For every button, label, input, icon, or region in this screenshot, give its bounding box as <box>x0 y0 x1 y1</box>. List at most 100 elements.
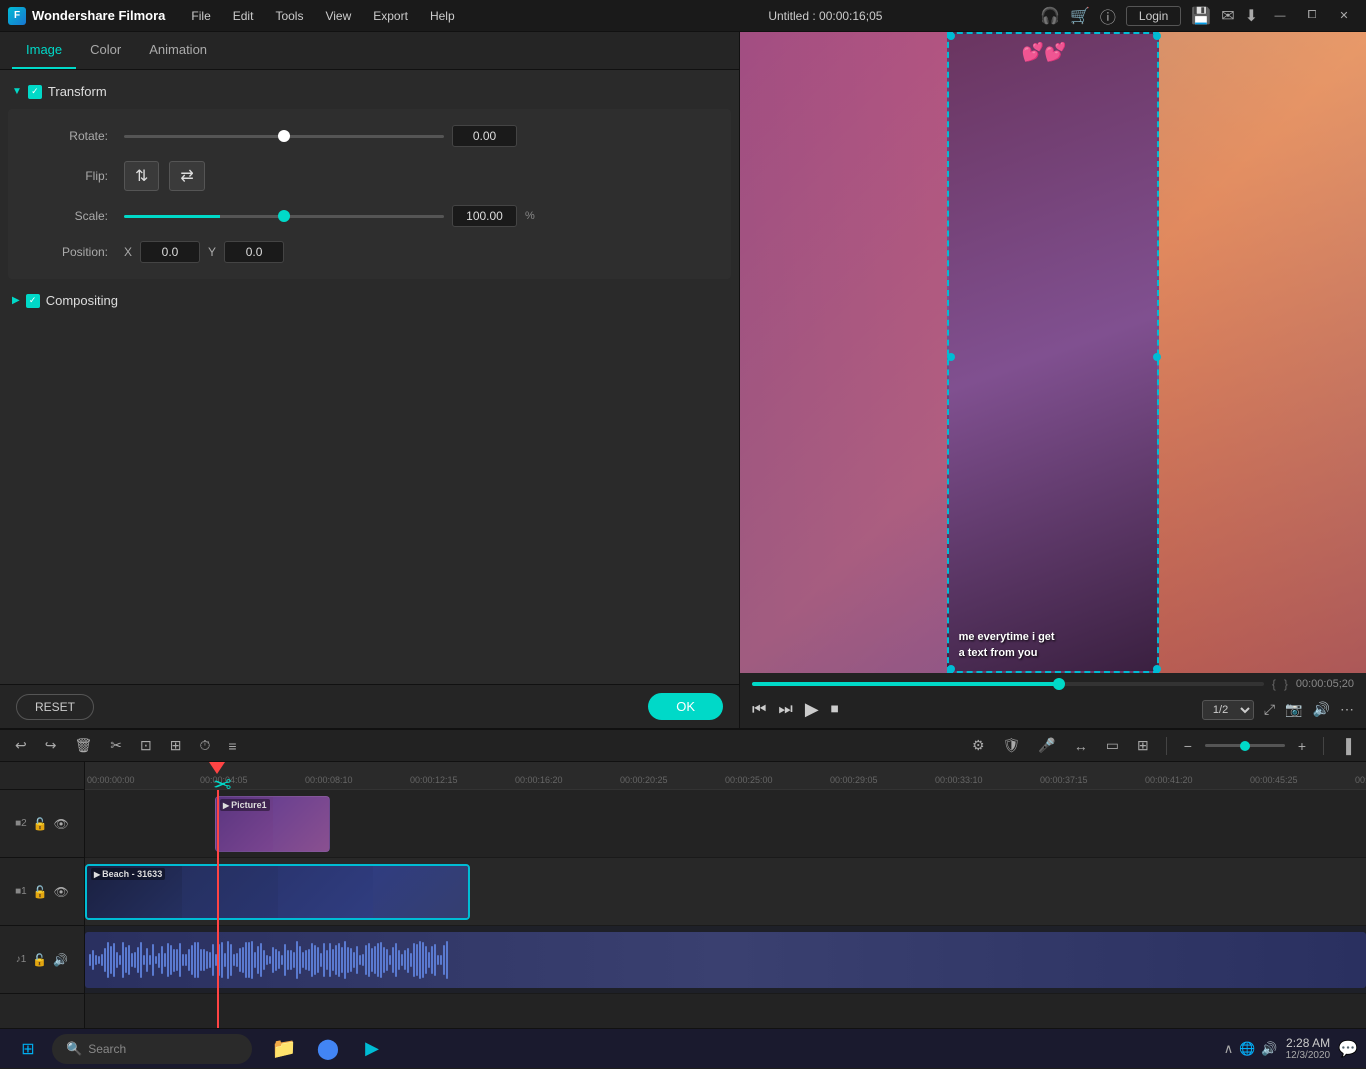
flip-vertical-button[interactable]: ⇄ <box>169 161 204 191</box>
taskbar-chrome[interactable]: ⬤ <box>308 1029 348 1069</box>
compositing-label: Compositing <box>46 293 118 308</box>
frame-back-button[interactable]: ⏭ <box>778 701 792 719</box>
wave-bar <box>305 950 307 970</box>
audio-lock-icon[interactable]: 🔓 <box>32 953 47 967</box>
save-icon[interactable]: 💾 <box>1191 6 1211 26</box>
effects-button[interactable]: ≡ <box>223 735 241 757</box>
wave-bar <box>248 942 250 978</box>
scale-value[interactable] <box>452 205 517 227</box>
quality-select[interactable]: 1/2 Full 1/4 <box>1202 700 1254 720</box>
download-icon[interactable]: ⬇ <box>1245 6 1258 26</box>
effects-settings-button[interactable]: ⚙ <box>967 734 990 757</box>
close-button[interactable]: ✕ <box>1330 5 1358 27</box>
property-tabs: Image Color Animation <box>0 32 739 70</box>
transform-checkbox[interactable] <box>28 85 42 99</box>
shield-icon[interactable]: 🛡 <box>998 734 1026 757</box>
tab-color[interactable]: Color <box>76 32 135 69</box>
group-button[interactable]: ⊞ <box>165 734 187 757</box>
tray-expand-icon[interactable]: ∧ <box>1224 1041 1234 1057</box>
picture-clip-label: ▶ Picture1 <box>220 799 270 811</box>
playback-controls: ⏮ ⏭ ▶ ⏹ 1/2 Full 1/4 ⤢ 📷 🔊 ⋯ <box>752 695 1354 724</box>
tab-image[interactable]: Image <box>12 32 76 69</box>
restore-button[interactable]: ⧠ <box>1298 5 1326 27</box>
step-back-button[interactable]: ⏮ <box>752 701 766 719</box>
zoom-out-button[interactable]: − <box>1179 735 1197 757</box>
menu-tools[interactable]: Tools <box>265 5 313 27</box>
position-x-input[interactable] <box>140 241 200 263</box>
flip-horizontal-button[interactable]: ⇅ <box>124 161 159 191</box>
delete-button[interactable]: 🗑 <box>69 734 97 757</box>
snapshot-button[interactable]: 📷 <box>1285 701 1302 718</box>
menu-export[interactable]: Export <box>363 5 418 27</box>
trim-button[interactable]: ⊡ <box>135 734 157 757</box>
mosaic-button[interactable]: ⊞ <box>1132 734 1154 757</box>
compositing-section-header[interactable]: ▶ Compositing <box>8 287 731 314</box>
track1-eye-icon[interactable]: 👁 <box>54 885 69 899</box>
subtitle-button[interactable]: ▭ <box>1101 734 1124 757</box>
menu-file[interactable]: File <box>181 5 220 27</box>
taskbar-search[interactable]: 🔍 Search <box>52 1034 252 1064</box>
filmora-taskbar-icon: ▶ <box>365 1038 379 1059</box>
notifications-icon[interactable]: 💬 <box>1338 1039 1358 1059</box>
cut-button[interactable]: ✂ <box>105 734 127 757</box>
audio-volume-icon[interactable]: 🔊 <box>53 953 68 967</box>
transform-section-header[interactable]: ▼ Transform <box>8 78 731 105</box>
wave-bar <box>296 941 298 978</box>
start-button[interactable]: ⊞ <box>8 1029 48 1069</box>
minimize-button[interactable]: — <box>1266 5 1294 27</box>
scrub-track[interactable] <box>752 682 1264 686</box>
taskbar-filmora[interactable]: ▶ <box>352 1029 392 1069</box>
audio-waveform[interactable] <box>85 932 1366 988</box>
wave-bar <box>377 943 379 977</box>
position-y-input[interactable] <box>224 241 284 263</box>
reset-button[interactable]: RESET <box>16 694 94 720</box>
settings-pb-button[interactable]: ⋯ <box>1340 701 1354 718</box>
preview-canvas: me everytime i geta text from you 💕💕 <box>740 32 1366 673</box>
preview-main-clip[interactable]: me everytime i geta text from you <box>947 32 1160 673</box>
taskbar-explorer[interactable]: 📁 <box>264 1029 304 1069</box>
menu-edit[interactable]: Edit <box>223 5 264 27</box>
play-button[interactable]: ▶ <box>805 699 819 720</box>
compositing-checkbox[interactable] <box>26 294 40 308</box>
wave-bar <box>374 946 376 973</box>
tab-animation[interactable]: Animation <box>135 32 221 69</box>
volume-tray-icon[interactable]: 🔊 <box>1261 1041 1277 1057</box>
mic-button[interactable]: 🎤 <box>1033 734 1060 757</box>
beach-thumb-4 <box>373 866 468 918</box>
ruler-mark-9: 00:00:37:15 <box>1040 775 1088 785</box>
ok-button[interactable]: OK <box>648 693 723 720</box>
menu-view[interactable]: View <box>315 5 361 27</box>
transition-button[interactable]: ↔ <box>1069 735 1093 757</box>
picture-clip[interactable]: ▶ Picture1 <box>215 796 330 852</box>
speed-button[interactable]: ⏱ <box>194 734 215 757</box>
track2-eye-icon[interactable]: 👁 <box>54 817 69 831</box>
stop-button[interactable]: ⏹ <box>831 701 839 719</box>
track1-lock-icon[interactable]: 🔓 <box>33 885 48 899</box>
flip-buttons: ⇅ ⇄ <box>124 161 205 191</box>
network-icon[interactable]: 🌐 <box>1239 1041 1255 1057</box>
redo-button[interactable]: ↪ <box>40 734 62 757</box>
message-icon[interactable]: ✉ <box>1221 6 1234 26</box>
picture-clip-name: Picture1 <box>231 800 267 810</box>
headset-icon[interactable]: 🎧 <box>1040 6 1060 26</box>
fullscreen-button[interactable]: ⤢ <box>1264 701 1275 718</box>
rotate-slider[interactable] <box>124 135 444 138</box>
cart-icon[interactable]: 🛒 <box>1070 6 1090 26</box>
wave-bar <box>266 955 268 966</box>
info-icon[interactable]: ⓘ <box>1100 4 1116 28</box>
track2-lock-icon[interactable]: 🔓 <box>33 817 48 831</box>
rotate-value[interactable] <box>452 125 517 147</box>
menu-help[interactable]: Help <box>420 5 465 27</box>
scale-slider[interactable] <box>124 215 444 218</box>
wave-bar <box>236 953 238 966</box>
volume-button[interactable]: 🔊 <box>1313 701 1330 718</box>
zoom-slider[interactable] <box>1205 744 1285 747</box>
login-button[interactable]: Login <box>1126 6 1181 26</box>
expand-button[interactable]: ▐ <box>1336 735 1356 757</box>
scrub-thumb[interactable] <box>1053 678 1065 690</box>
wave-bar <box>101 954 103 966</box>
zoom-in-button[interactable]: + <box>1293 735 1311 757</box>
undo-button[interactable]: ↩ <box>10 734 32 757</box>
beach-clip[interactable]: ▶ Beach - 31633 <box>85 864 470 920</box>
clock[interactable]: 2:28 AM 12/3/2020 <box>1286 1036 1331 1061</box>
